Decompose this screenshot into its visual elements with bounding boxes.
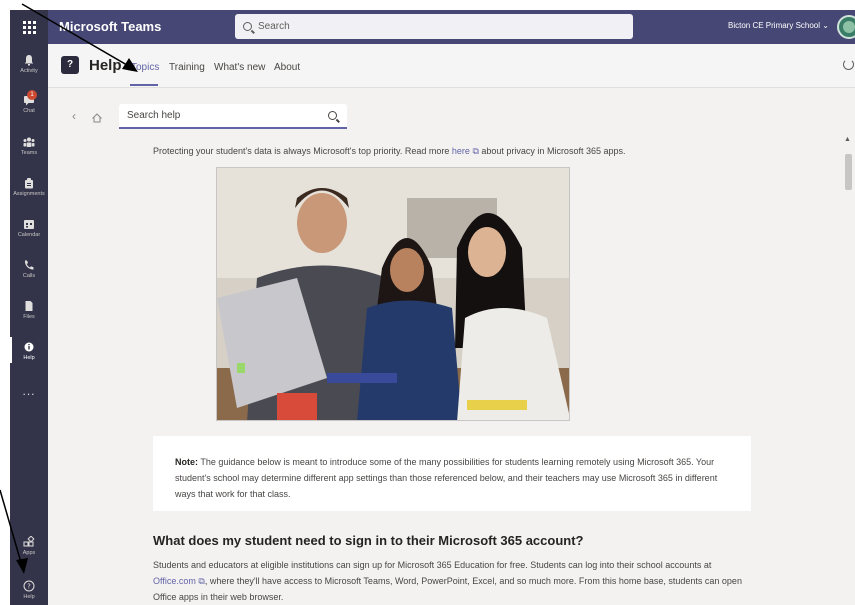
refresh-icon[interactable] [843,59,854,70]
para-text-1: Students and educators at eligible insti… [153,560,712,570]
rail-label: Calls [22,273,36,279]
privacy-link[interactable]: here [452,146,470,156]
file-icon [23,300,35,312]
rail-label: Help [23,594,35,600]
privacy-text: Protecting your student's data is always… [153,146,450,156]
tab-about[interactable]: About [274,62,300,73]
avatar[interactable] [837,15,855,39]
rail-label: Chat [23,108,35,114]
rail-item-help-bottom[interactable]: ? Help [10,580,48,600]
scroll-thumb[interactable] [845,154,852,190]
back-button[interactable]: ‹ [72,109,76,123]
assignments-icon [23,177,35,189]
tab-training[interactable]: Training [169,62,205,73]
help-logo: ? [61,56,79,74]
rail-label: Teams [20,150,38,156]
rail-label: Files [23,314,35,320]
help-header: ? Help Topics Training What's new About [48,44,855,88]
active-tab-indicator [130,84,158,86]
office-link[interactable]: Office.com [153,576,196,586]
help-icon [23,341,35,353]
rail-item-teams[interactable]: Teams [10,136,48,156]
help-search-placeholder: Search help [127,110,181,121]
search-icon[interactable] [328,111,337,120]
tab-topics[interactable]: Topics [131,62,159,73]
search-placeholder: Search [258,21,290,32]
rail-item-calls[interactable]: Calls [10,259,48,279]
section-paragraph: Students and educators at eligible insti… [153,557,753,605]
teams-icon [23,136,35,148]
para-text-2: , where they'll have access to Microsoft… [153,576,742,602]
tab-whats-new[interactable]: What's new [214,62,265,73]
calendar-icon [23,218,35,230]
phone-icon [23,259,35,271]
help-search-input[interactable]: Search help [119,104,347,129]
rail-label: Assignments [13,191,45,197]
search-input[interactable]: Search [235,14,633,39]
external-link-icon: ⧉ [472,146,479,156]
help-circle-icon: ? [23,580,35,592]
rail-label: Help [23,355,35,361]
rail-item-activity[interactable]: Activity [10,54,48,74]
privacy-notice: Protecting your student's data is always… [153,146,625,157]
svg-text:?: ? [27,583,31,591]
home-icon[interactable] [91,110,103,123]
help-app: ? Help Topics Training What's new About … [48,44,855,605]
unread-badge: 1 [27,90,37,100]
privacy-tail: about privacy in Microsoft 365 apps. [481,146,626,156]
app-title: Microsoft Teams [59,19,162,34]
rail-item-chat[interactable]: 1 Chat [10,90,48,114]
rail-item-apps[interactable]: Apps [10,535,48,556]
rail-item-calendar[interactable]: Calendar [10,218,48,238]
section-heading: What does my student need to sign in to … [153,533,584,548]
hero-image [216,167,570,421]
search-icon [243,22,252,31]
app-launcher-icon[interactable] [10,10,48,44]
apps-icon [23,535,35,548]
bell-icon [23,54,35,66]
rail-label: Apps [22,550,36,556]
scroll-up-icon[interactable]: ▲ [844,136,851,143]
rail-label: Calendar [17,232,41,238]
page-title: Help [89,57,122,74]
rail-item-assignments[interactable]: Assignments [10,177,48,197]
more-apps-button[interactable]: ... [10,384,48,398]
note-box: Note: The guidance below is meant to int… [153,436,751,511]
rail-label: Activity [20,68,38,74]
app-rail: Activity 1 Chat Teams Assignments Calend… [10,44,48,605]
scrollbar[interactable]: ▲ [844,136,852,605]
title-bar: Microsoft Teams Search Bicton CE Primary… [10,10,855,44]
note-label: Note: [175,457,198,467]
rail-item-help[interactable]: Help [10,337,48,363]
note-text: The guidance below is meant to introduce… [175,457,718,499]
org-switcher[interactable]: Bicton CE Primary School ⌄ [728,21,829,30]
rail-item-files[interactable]: Files [10,300,48,320]
